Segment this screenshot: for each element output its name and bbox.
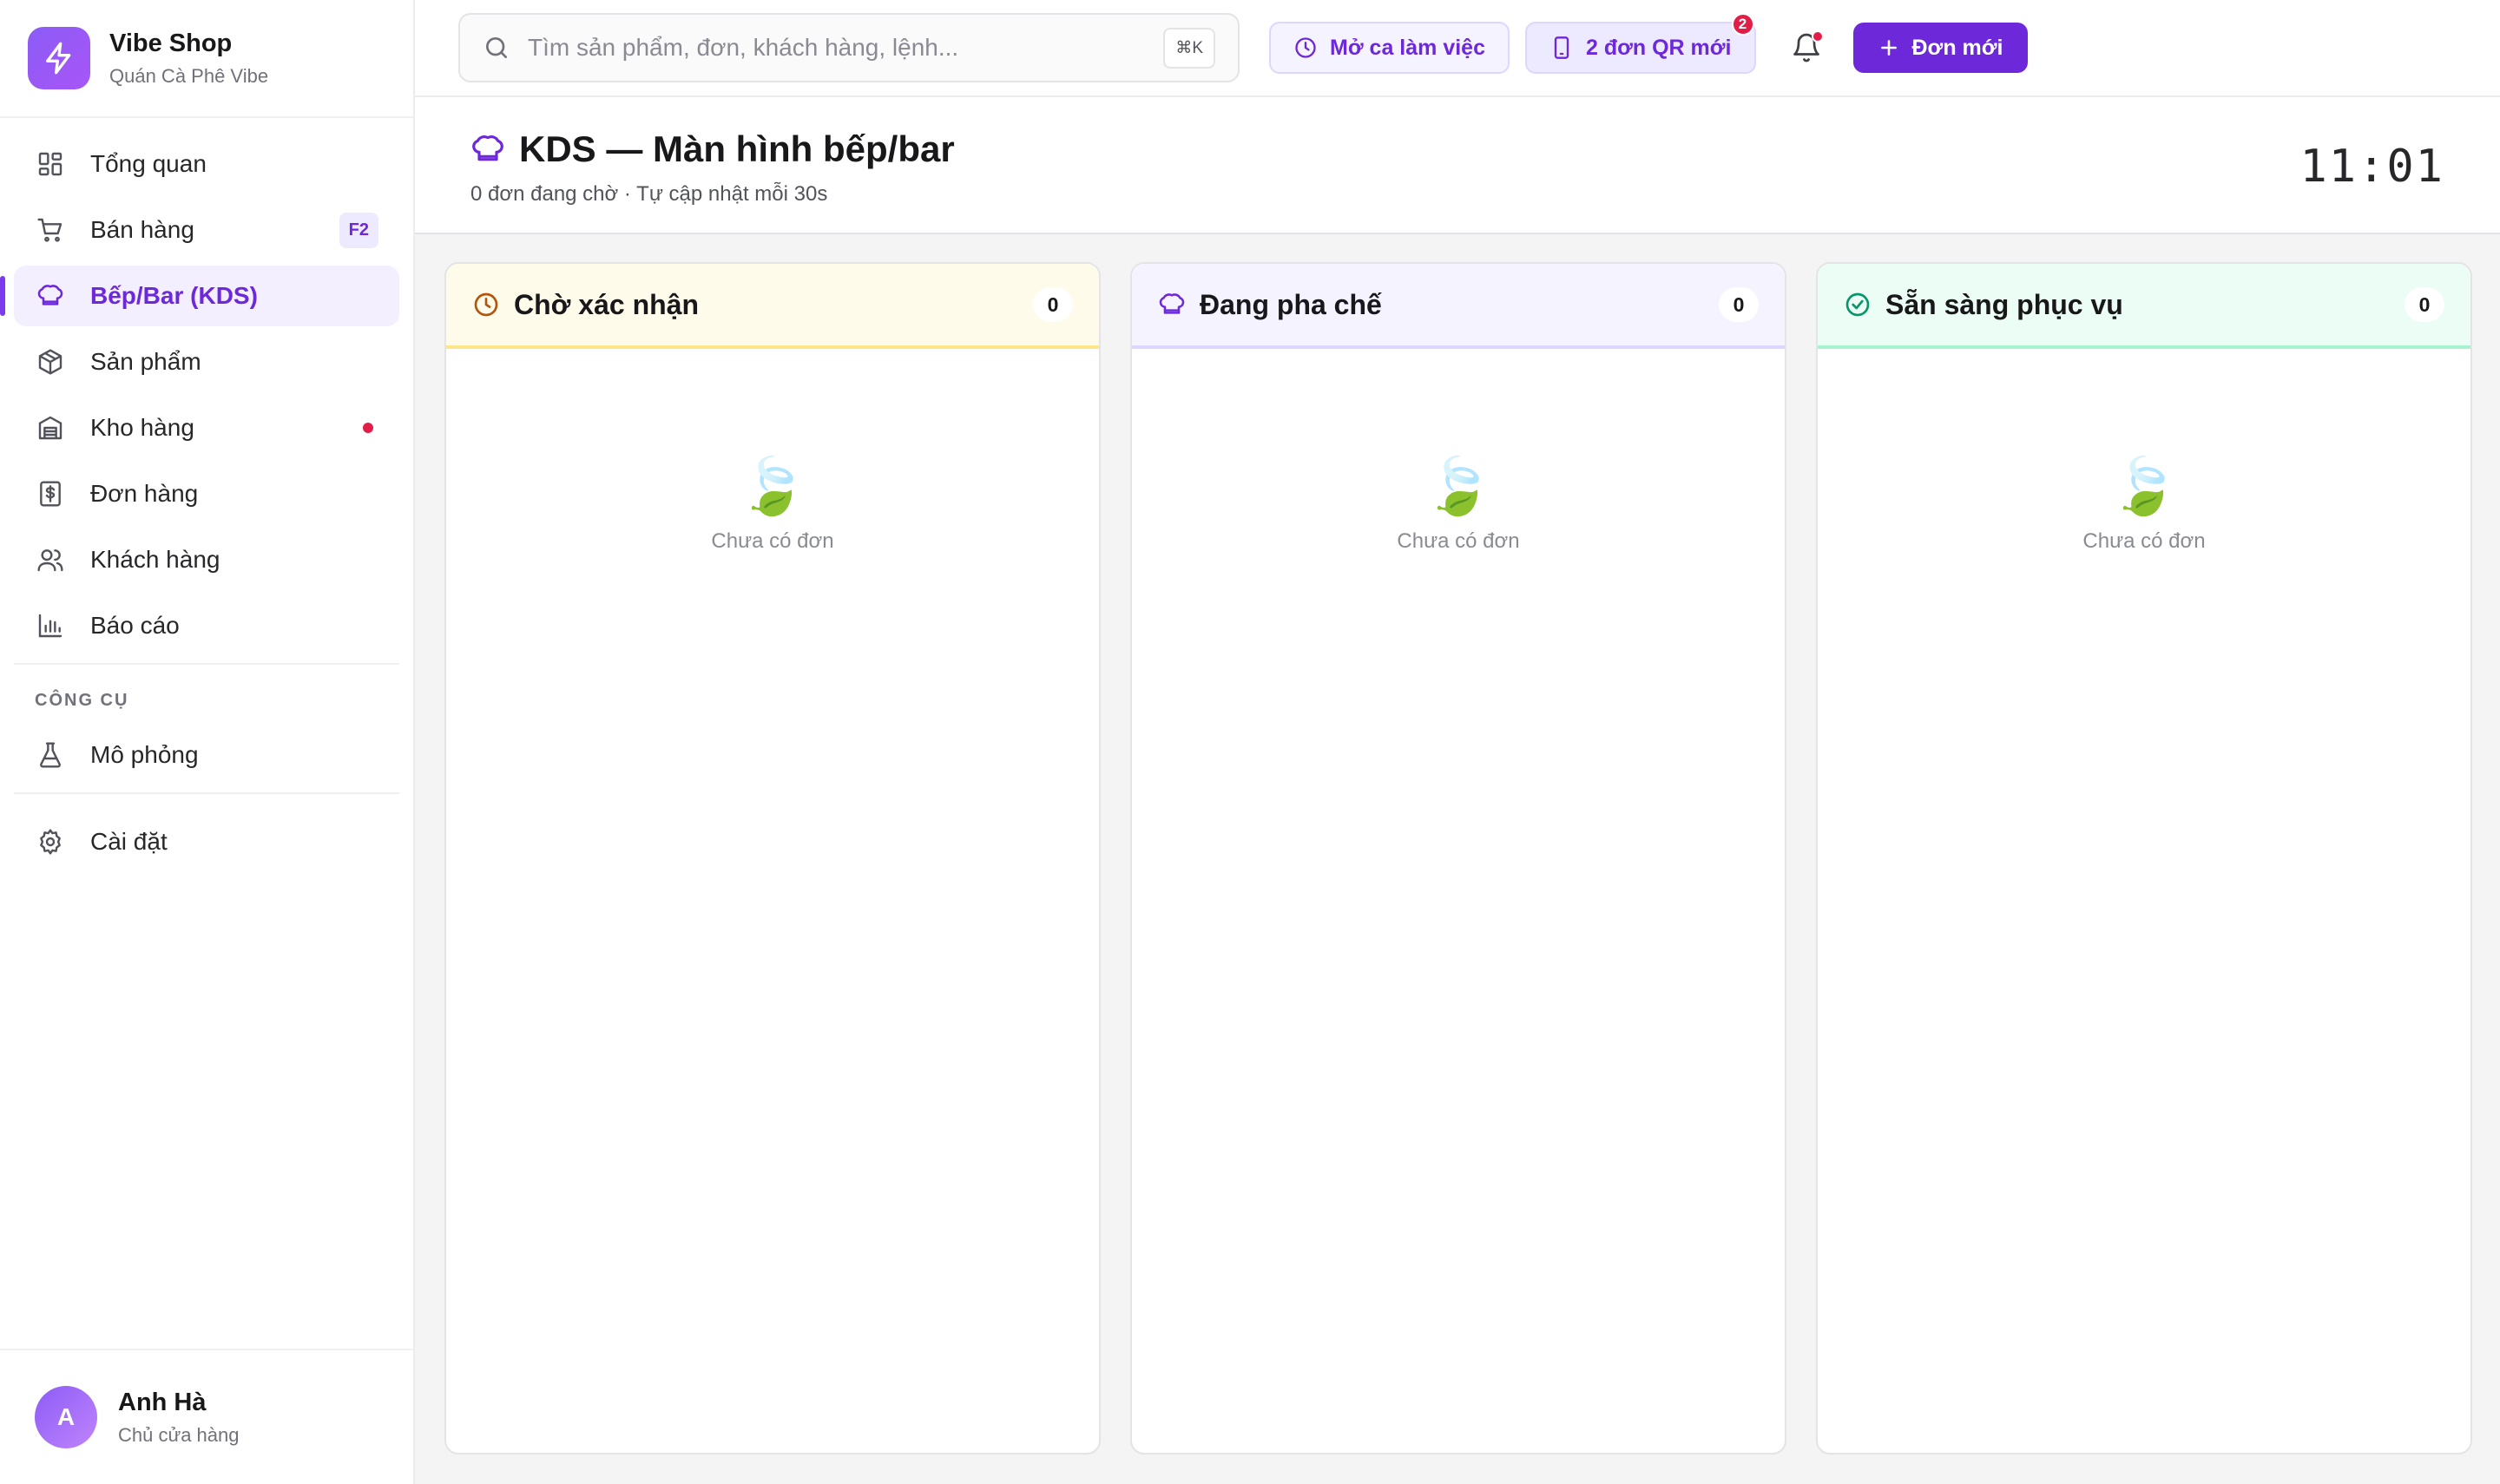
- search-input[interactable]: Tìm sản phẩm, đơn, khách hàng, lệnh... ⌘…: [458, 13, 1240, 82]
- column-header: Chờ xác nhận 0: [446, 264, 1099, 349]
- avatar: A: [35, 1386, 97, 1448]
- new-order-label: Đơn mới: [1911, 35, 2003, 60]
- sidebar-item-overview[interactable]: Tổng quan: [14, 134, 399, 194]
- main-nav: Tổng quan Bán hàng F2 Bếp/Bar (KDS) Sản: [0, 118, 413, 872]
- sidebar-item-simulation[interactable]: Mô phỏng: [14, 725, 399, 785]
- empty-state: 🍃 Chưa có đơn: [1818, 349, 2470, 554]
- leaf-icon: 🍃: [738, 455, 807, 517]
- column-count: 0: [1719, 287, 1759, 322]
- chef-hat-icon: [470, 132, 505, 167]
- empty-text: Chưa có đơn: [1397, 529, 1520, 553]
- users-icon: [35, 544, 66, 575]
- chef-hat-icon: [1158, 291, 1186, 318]
- lightning-logo-icon: [28, 27, 90, 89]
- sidebar-item-reports[interactable]: Báo cáo: [14, 595, 399, 656]
- divider: [14, 792, 399, 794]
- search-icon: [483, 34, 510, 62]
- chef-hat-icon: [35, 280, 66, 312]
- sidebar-item-customers[interactable]: Khách hàng: [14, 529, 399, 590]
- qr-orders-button[interactable]: 2 đơn QR mới 2: [1524, 13, 1756, 74]
- column-preparing: Đang pha chế 0 🍃 Chưa có đơn: [1130, 262, 1786, 1454]
- cart-icon: [35, 214, 66, 246]
- clock-icon: [1293, 36, 1318, 60]
- phone-icon: [1549, 36, 1574, 60]
- page-header: KDS — Màn hình bếp/bar 0 đơn đang chờ · …: [415, 97, 2500, 234]
- sidebar-item-label: Bếp/Bar (KDS): [90, 282, 258, 309]
- receipt-icon: [35, 478, 66, 509]
- topbar: Tìm sản phẩm, đơn, khách hàng, lệnh... ⌘…: [415, 0, 2500, 97]
- column-count: 0: [1033, 287, 1073, 322]
- sidebar-item-label: Kho hàng: [90, 414, 194, 441]
- sidebar-item-label: Sản phẩm: [90, 348, 201, 375]
- column-header: Đang pha chế 0: [1132, 264, 1785, 349]
- sidebar-item-label: Tổng quan: [90, 150, 207, 177]
- alert-dot: [363, 423, 373, 433]
- open-shift-button[interactable]: Mở ca làm việc: [1269, 22, 1510, 74]
- search-shortcut: ⌘K: [1163, 27, 1215, 69]
- brand-name: Vibe Shop: [109, 29, 233, 57]
- sidebar-item-kds[interactable]: Bếp/Bar (KDS): [0, 266, 399, 326]
- leaf-icon: 🍃: [2109, 455, 2179, 517]
- search-placeholder: Tìm sản phẩm, đơn, khách hàng, lệnh...: [528, 34, 959, 61]
- sidebar-item-label: Đơn hàng: [90, 480, 199, 507]
- user-profile[interactable]: A Anh Hà Chủ cửa hàng: [0, 1349, 413, 1484]
- sidebar-item-products[interactable]: Sản phẩm: [14, 332, 399, 392]
- sidebar-item-label: Mô phỏng: [90, 741, 199, 768]
- empty-state: 🍃 Chưa có đơn: [1132, 349, 1785, 554]
- clock-icon: [472, 291, 500, 318]
- clock: 11:01: [2299, 141, 2444, 193]
- empty-text: Chưa có đơn: [2082, 529, 2206, 553]
- column-title: Chờ xác nhận: [514, 288, 700, 320]
- notification-dot: [1811, 30, 1824, 43]
- new-order-button[interactable]: Đơn mới: [1852, 23, 2028, 73]
- empty-text: Chưa có đơn: [711, 529, 834, 553]
- shortcut-badge: F2: [339, 212, 378, 248]
- open-shift-label: Mở ca làm việc: [1330, 35, 1485, 60]
- divider: [14, 663, 399, 665]
- column-title: Sẵn sàng phục vụ: [1885, 288, 2123, 320]
- sidebar-item-warehouse[interactable]: Kho hàng: [14, 397, 399, 458]
- sidebar-item-label: Cài đặt: [90, 828, 168, 855]
- brand-subtitle: Quán Cà Phê Vibe: [109, 64, 269, 87]
- qr-count-badge: 2: [1731, 13, 1754, 36]
- plus-icon: [1878, 36, 1900, 59]
- empty-state: 🍃 Chưa có đơn: [446, 349, 1099, 554]
- page-subtitle: 0 đơn đang chờ · Tự cập nhật mỗi 30s: [470, 182, 828, 206]
- dashboard-icon: [35, 148, 66, 180]
- column-header: Sẵn sàng phục vụ 0: [1818, 264, 2470, 349]
- flask-icon: [35, 739, 66, 771]
- notifications-button[interactable]: [1787, 29, 1826, 67]
- leaf-icon: 🍃: [1424, 455, 1493, 517]
- sidebar-item-settings[interactable]: Cài đặt: [14, 811, 399, 872]
- sidebar-item-label: Bán hàng: [90, 216, 194, 243]
- page-title: KDS — Màn hình bếp/bar: [519, 128, 955, 169]
- sidebar-item-orders[interactable]: Đơn hàng: [14, 463, 399, 524]
- column-pending: Chờ xác nhận 0 🍃 Chưa có đơn: [444, 262, 1101, 1454]
- sidebar-item-label: Báo cáo: [90, 612, 180, 639]
- user-role: Chủ cửa hàng: [118, 1423, 240, 1446]
- column-ready: Sẵn sàng phục vụ 0 🍃 Chưa có đơn: [1816, 262, 2472, 1454]
- sidebar: Vibe Shop Quán Cà Phê Vibe Tổng quan Bán…: [0, 0, 415, 1484]
- qr-orders-label: 2 đơn QR mới: [1585, 35, 1732, 60]
- user-name: Anh Hà: [118, 1388, 207, 1416]
- box-icon: [35, 346, 66, 378]
- sidebar-item-label: Khách hàng: [90, 546, 220, 573]
- bar-chart-icon: [35, 610, 66, 641]
- tools-section-label: CÔNG CỤ: [35, 691, 129, 710]
- main-content: Tìm sản phẩm, đơn, khách hàng, lệnh... ⌘…: [415, 0, 2500, 1484]
- column-title: Đang pha chế: [1200, 288, 1382, 320]
- kds-board: Chờ xác nhận 0 🍃 Chưa có đơn Đang pha ch…: [415, 234, 2500, 1454]
- gear-icon: [35, 826, 66, 857]
- warehouse-icon: [35, 412, 66, 443]
- column-count: 0: [2405, 287, 2444, 322]
- check-circle-icon: [1844, 291, 1872, 318]
- sidebar-item-sales[interactable]: Bán hàng F2: [14, 200, 399, 260]
- brand[interactable]: Vibe Shop Quán Cà Phê Vibe: [0, 0, 413, 118]
